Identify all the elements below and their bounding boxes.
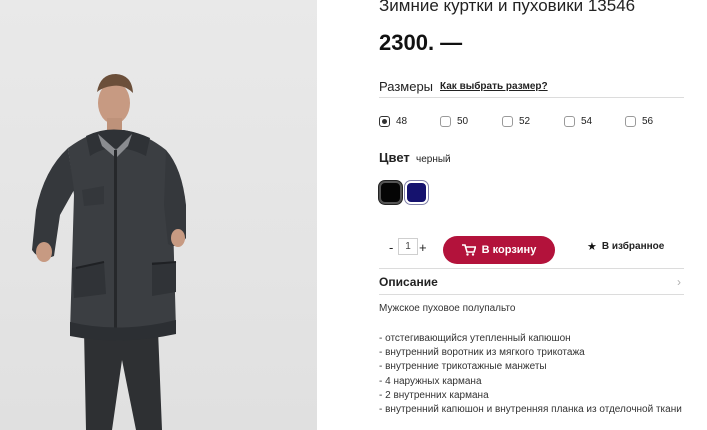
divider	[379, 268, 684, 269]
size-option-52[interactable]: 52	[502, 113, 530, 129]
add-to-cart-button[interactable]: В корзину	[443, 236, 555, 264]
product-title: Зимние куртки и пуховики 13546	[379, 0, 636, 15]
radio-icon[interactable]	[564, 115, 575, 127]
size-label: 50	[457, 115, 469, 127]
list-item: - внутренние трикотажные манжеты	[379, 361, 547, 373]
chevron-right-icon[interactable]: ›	[677, 275, 681, 289]
star-icon: ★	[587, 241, 597, 253]
product-photo[interactable]	[0, 0, 317, 430]
radio-icon[interactable]	[625, 115, 636, 127]
size-options: 48 50 52 54 56	[379, 113, 684, 129]
color-value: черный	[416, 154, 451, 165]
size-option-56[interactable]: 56	[625, 113, 653, 129]
size-label: 56	[642, 115, 654, 127]
list-item: - внутренний капюшон и внутренняя планка…	[379, 404, 682, 416]
radio-selected-icon[interactable]	[379, 115, 390, 127]
divider	[379, 294, 684, 295]
size-option-48[interactable]: 48	[379, 113, 407, 129]
description-features-list: - отстегивающийся утепленный капюшон - в…	[379, 332, 689, 417]
list-item: - 4 наружных кармана	[379, 375, 482, 387]
color-swatch-black[interactable]	[379, 181, 402, 204]
description-title: Описание	[379, 275, 438, 289]
cart-icon	[461, 244, 476, 256]
list-item: - отстегивающийся утепленный капюшон	[379, 333, 571, 344]
divider	[379, 97, 684, 98]
man-in-parka-image	[32, 74, 186, 430]
size-option-54[interactable]: 54	[564, 113, 592, 129]
list-item: - 2 внутренних кармана	[379, 389, 489, 401]
list-item: - внутренний воротник из мягкого трикота…	[379, 347, 585, 359]
color-label: Цвет	[379, 150, 410, 165]
color-swatch-navy[interactable]	[405, 181, 428, 204]
size-option-50[interactable]: 50	[440, 113, 468, 129]
radio-icon[interactable]	[502, 115, 513, 127]
favorites-label: В избранное	[601, 241, 665, 252]
quantity-input[interactable]: 1	[398, 238, 418, 255]
product-price: 2300. —	[379, 30, 463, 55]
quantity-decrease-button[interactable]: -	[389, 240, 393, 255]
size-label: 54	[581, 115, 593, 127]
add-to-favorites-button[interactable]: ★ В избранное	[587, 240, 664, 253]
size-label: 52	[519, 115, 531, 127]
quantity-increase-button[interactable]: +	[419, 240, 427, 255]
radio-icon[interactable]	[440, 115, 451, 127]
add-to-cart-label: В корзину	[481, 244, 537, 256]
sizes-label: Размеры	[379, 79, 434, 94]
size-guide-link[interactable]: Как выбрать размер?	[440, 81, 548, 92]
size-label: 48	[396, 115, 408, 127]
description-intro: Мужское пуховое полупальто	[379, 303, 516, 314]
